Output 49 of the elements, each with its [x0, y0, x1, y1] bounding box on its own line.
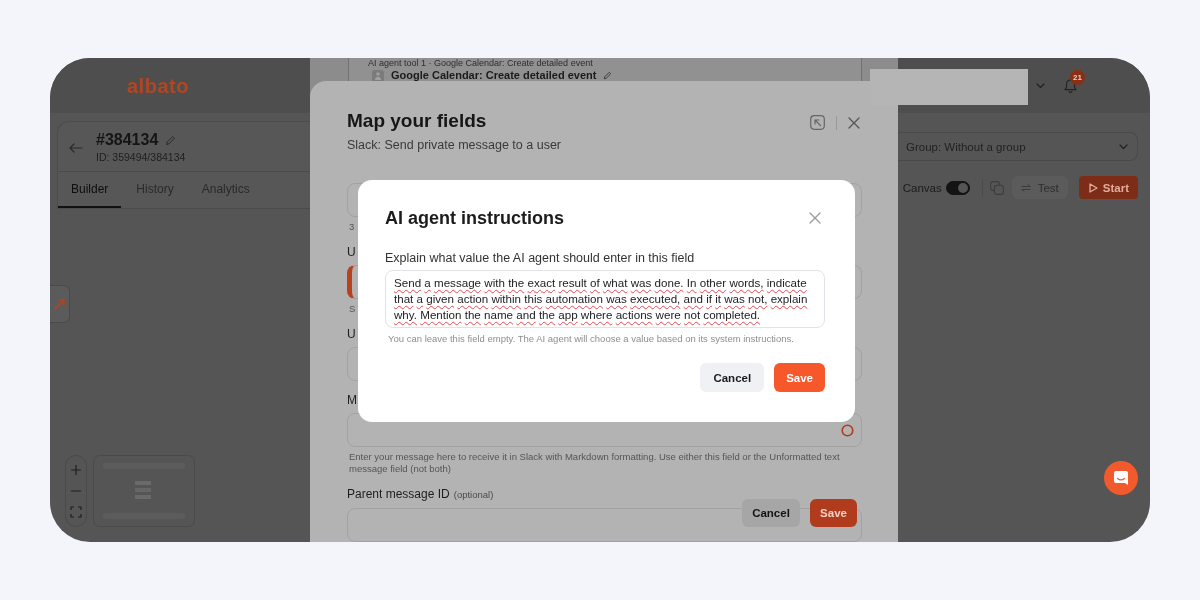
field-label: M — [347, 392, 357, 408]
bell-icon[interactable] — [1064, 78, 1077, 93]
play-icon — [1088, 182, 1098, 193]
tab[interactable]: Builder — [58, 172, 122, 208]
diagonal-arrow-icon — [54, 298, 65, 310]
tool-title: Google Calendar: Create detailed event — [391, 69, 597, 81]
close-button[interactable] — [809, 212, 821, 224]
modal-subtitle: Slack: Send private message to a user — [347, 137, 561, 153]
save-button[interactable]: Save — [810, 499, 857, 527]
cancel-button[interactable]: Cancel — [700, 363, 765, 392]
canvas-node[interactable] — [50, 285, 70, 323]
collapse-icon[interactable] — [810, 115, 825, 130]
fit-view-button[interactable] — [70, 505, 82, 518]
pencil-icon[interactable] — [165, 134, 177, 146]
help-text: S — [348, 303, 356, 315]
cancel-button[interactable]: Cancel — [742, 499, 800, 527]
notification-badge: 21 — [1070, 69, 1085, 85]
help-text: 3 — [348, 221, 355, 233]
pencil-icon[interactable] — [603, 71, 613, 80]
chat-button[interactable] — [1104, 461, 1138, 495]
help-text: You can leave this field empty. The AI agent will choose a value based on its system instructions. — [387, 333, 794, 345]
copy-icon[interactable] — [989, 180, 1004, 195]
chevron-down-icon — [1119, 143, 1128, 150]
field-label: Parent message ID — [347, 486, 450, 502]
dialog-title: AI agent instructions — [385, 207, 564, 229]
swap-arrows-icon — [1020, 183, 1031, 192]
chevron-down-icon[interactable] — [1036, 82, 1045, 89]
canvas-label: Canvas — [902, 181, 942, 194]
back-arrow-icon[interactable] — [69, 143, 83, 153]
start-button[interactable]: Start — [1078, 176, 1138, 199]
close-icon — [809, 212, 821, 224]
save-button[interactable]: Save — [774, 363, 825, 392]
help-text: Enter your message here to receive it in Slack with Markdown formatting. Use either this field or the Unformatted text message field (not both) — [348, 451, 841, 475]
automation-title: #384134 — [96, 130, 159, 150]
canvas-toggle[interactable] — [945, 180, 970, 195]
field-label: U — [347, 244, 356, 260]
minimap-drawing[interactable] — [93, 455, 195, 527]
close-icon[interactable] — [848, 116, 860, 129]
input-field[interactable] — [347, 508, 862, 542]
optional-note: (optional) — [453, 488, 494, 502]
tool-caption: AI agent tool 1 · Google Calendar: Create detailed event — [368, 58, 594, 69]
modal-title: Map your fields — [347, 109, 488, 133]
field-label: U — [347, 326, 356, 342]
plus-icon — [70, 464, 82, 477]
fit-screen-icon — [70, 505, 82, 518]
zoom-in-button[interactable] — [70, 464, 82, 477]
chat-icon — [1113, 470, 1129, 486]
field-label: Explain what value the AI agent should enter in this field — [385, 250, 696, 266]
instructions-field[interactable]: Send a message with the exact result of what was done. In other words, indicate that a given action within this automation was executed, and if it was not, explain why. Mention the name and the app where actions were not completed. — [385, 270, 825, 328]
